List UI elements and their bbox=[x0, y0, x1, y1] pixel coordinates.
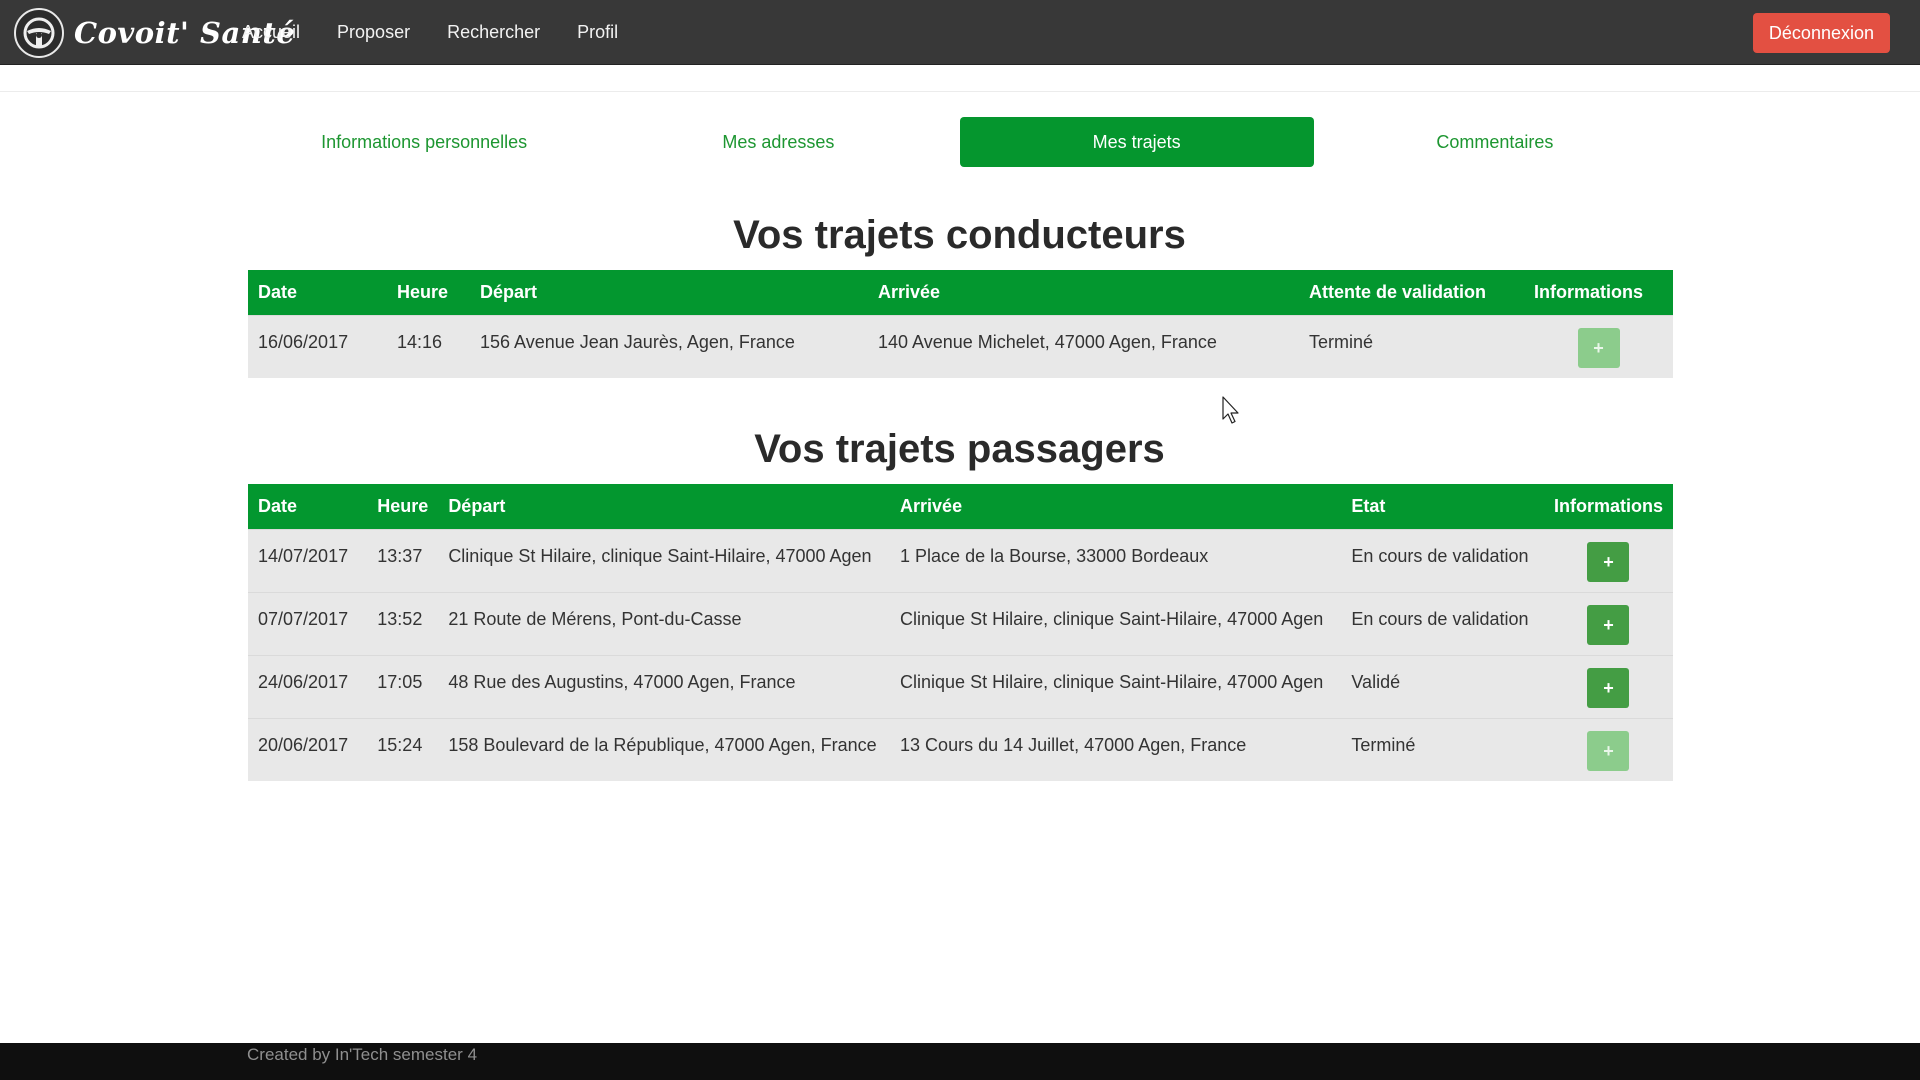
trip-arrival: Clinique St Hilaire, clinique Saint-Hila… bbox=[900, 608, 1324, 629]
trip-info-button[interactable]: + bbox=[1587, 541, 1630, 582]
trip-date: 14/07/2017 bbox=[258, 545, 349, 566]
trip-time: 17:05 bbox=[377, 671, 423, 692]
table-row: 24/06/2017 17:05 48 Rue des Augustins, 4… bbox=[248, 655, 1673, 718]
trip-departure: Clinique St Hilaire, clinique Saint-Hila… bbox=[448, 545, 872, 566]
column-header: Etat bbox=[1351, 495, 1386, 516]
trip-status: En cours de validation bbox=[1351, 608, 1529, 629]
trip-time: 13:52 bbox=[377, 608, 423, 629]
trip-departure: 158 Boulevard de la République, 47000 Ag… bbox=[448, 734, 877, 755]
trip-status: Validé bbox=[1351, 671, 1401, 692]
column-header: Heure bbox=[377, 495, 429, 516]
nav-link-proposer[interactable]: Proposer bbox=[337, 22, 410, 43]
trip-arrival: Clinique St Hilaire, clinique Saint-Hila… bbox=[900, 671, 1324, 692]
info-cell: + bbox=[1544, 718, 1673, 781]
trip-status: En cours de validation bbox=[1351, 545, 1529, 566]
profile-tabs: Informations personnelles Mes adresses M… bbox=[247, 117, 1672, 167]
trip-time: 13:37 bbox=[377, 545, 423, 566]
page: Covoit' Santé Accueil Proposer Recherche… bbox=[0, 0, 1920, 1080]
info-cell: + bbox=[1544, 655, 1673, 718]
trip-arrival: 13 Cours du 14 Juillet, 47000 Agen, Fran… bbox=[900, 734, 1247, 755]
column-header: Informations bbox=[1553, 495, 1663, 516]
trip-date: 16/06/2017 bbox=[258, 331, 349, 352]
table-header-row: Date Heure Départ Arrivée Etat Informati… bbox=[248, 484, 1673, 529]
main-nav: Accueil Proposer Rechercher Profil bbox=[242, 0, 655, 65]
column-header: Informations bbox=[1534, 281, 1644, 302]
passenger-trips-table: Date Heure Départ Arrivée Etat Informati… bbox=[248, 484, 1673, 781]
trip-date: 20/06/2017 bbox=[258, 734, 349, 755]
table-row: 16/06/2017 14:16 156 Avenue Jean Jaurès,… bbox=[248, 315, 1673, 378]
nav-link-accueil[interactable]: Accueil bbox=[242, 22, 300, 43]
trip-time: 15:24 bbox=[377, 734, 423, 755]
trip-info-button[interactable]: + bbox=[1587, 604, 1630, 645]
column-header: Date bbox=[258, 495, 298, 516]
column-header: Attente de validation bbox=[1309, 281, 1487, 302]
column-header: Arrivée bbox=[878, 281, 941, 302]
trip-info-button[interactable]: + bbox=[1587, 730, 1630, 771]
trip-arrival: 140 Avenue Michelet, 47000 Agen, France bbox=[878, 331, 1217, 352]
table-row: 07/07/2017 13:52 21 Route de Mérens, Pon… bbox=[248, 592, 1673, 655]
column-header: Départ bbox=[448, 495, 506, 516]
trip-departure: 156 Avenue Jean Jaurès, Agen, France bbox=[480, 331, 795, 352]
footer-credit: Created by In'Tech semester 4 bbox=[247, 1045, 478, 1064]
divider bbox=[0, 91, 1920, 92]
table-header-row: Date Heure Départ Arrivée Attente de val… bbox=[248, 270, 1673, 315]
nav-link-profil[interactable]: Profil bbox=[577, 22, 618, 43]
trip-info-button[interactable]: + bbox=[1577, 327, 1620, 368]
trip-date: 24/06/2017 bbox=[258, 671, 349, 692]
mouse-cursor-icon bbox=[1222, 396, 1242, 426]
table-row: 20/06/2017 15:24 158 Boulevard de la Rép… bbox=[248, 718, 1673, 781]
nav-link-rechercher[interactable]: Rechercher bbox=[447, 22, 540, 43]
tab-commentaires[interactable]: Commentaires bbox=[1318, 117, 1672, 167]
driver-trips-title: Vos trajets conducteurs bbox=[733, 213, 1186, 257]
trip-date: 07/07/2017 bbox=[258, 608, 349, 629]
column-header: Départ bbox=[480, 281, 538, 302]
logout-button[interactable]: Déconnexion bbox=[1752, 13, 1890, 53]
steering-wheel-icon bbox=[14, 8, 64, 58]
tab-informations-personnelles[interactable]: Informations personnelles bbox=[247, 117, 601, 167]
driver-trips-table: Date Heure Départ Arrivée Attente de val… bbox=[248, 270, 1673, 378]
trip-info-button[interactable]: + bbox=[1587, 667, 1630, 708]
top-navbar: Covoit' Santé Accueil Proposer Recherche… bbox=[0, 0, 1920, 65]
tab-mes-adresses[interactable]: Mes adresses bbox=[601, 117, 955, 167]
trip-departure: 48 Rue des Augustins, 47000 Agen, France bbox=[448, 671, 796, 692]
trip-departure: 21 Route de Mérens, Pont-du-Casse bbox=[448, 608, 742, 629]
trip-status: Terminé bbox=[1351, 734, 1416, 755]
passenger-trips-title: Vos trajets passagers bbox=[754, 427, 1165, 471]
info-cell: + bbox=[1524, 315, 1673, 378]
column-header: Heure bbox=[397, 281, 449, 302]
trip-arrival: 1 Place de la Bourse, 33000 Bordeaux bbox=[900, 545, 1209, 566]
tab-mes-trajets[interactable]: Mes trajets bbox=[959, 117, 1314, 167]
table-row: 14/07/2017 13:37 Clinique St Hilaire, cl… bbox=[248, 529, 1673, 592]
info-cell: + bbox=[1544, 529, 1673, 592]
column-header: Arrivée bbox=[900, 495, 963, 516]
column-header: Date bbox=[258, 281, 298, 302]
trip-status: Terminé bbox=[1309, 331, 1374, 352]
info-cell: + bbox=[1544, 592, 1673, 655]
trip-time: 14:16 bbox=[397, 331, 443, 352]
